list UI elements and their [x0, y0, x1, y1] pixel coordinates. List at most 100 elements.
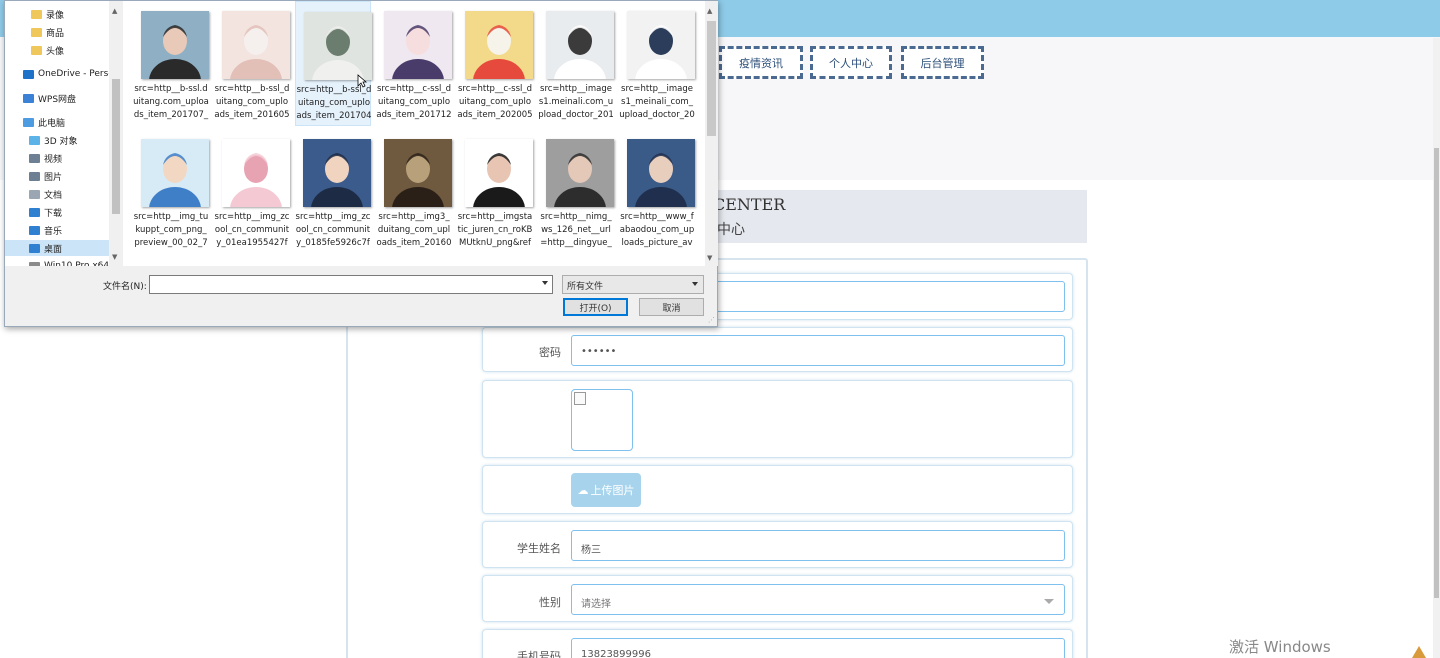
- gender-select[interactable]: 请选择: [571, 584, 1065, 615]
- folder-tree-item-label: 桌面: [44, 244, 63, 255]
- file-tile[interactable]: src=http__img_zcool_cn_community_0185fe5…: [295, 129, 371, 254]
- select-caret-icon: [1044, 599, 1054, 604]
- file-name-label: src=http__img_tukuppt_com_png_preview_00…: [133, 212, 209, 248]
- folder-icon: [31, 45, 42, 55]
- file-tile[interactable]: src=http__c-ssl_duitang_com_uploads_item…: [457, 1, 533, 126]
- filename-input[interactable]: [149, 275, 553, 294]
- scroll-down-icon[interactable]: ▼: [707, 254, 712, 262]
- folder-tree-item[interactable]: 商品: [31, 24, 64, 40]
- scroll-up-icon[interactable]: ▲: [112, 7, 117, 15]
- phone-label: 手机号码: [517, 650, 561, 658]
- folder-tree-item[interactable]: Win10 Pro x64: [29, 258, 109, 266]
- file-tile[interactable]: src=http__images1_meinali_com_upload_doc…: [619, 1, 695, 126]
- folder-tree-scrollbar-thumb[interactable]: [112, 79, 120, 214]
- avatar-image-preview[interactable]: [571, 389, 633, 451]
- gender-select-placeholder: 请选择: [581, 599, 611, 610]
- folder-tree-item[interactable]: 头像: [31, 42, 64, 58]
- page-scrollbar[interactable]: [1433, 38, 1440, 658]
- folder-tree-item[interactable]: 图片: [29, 168, 62, 184]
- folder-tree-item-label: 此电脑: [38, 118, 66, 129]
- password-label: 密码: [539, 346, 561, 359]
- file-name-label: src=http__b-ssl_duitang_com_uploads_item…: [214, 84, 290, 120]
- file-thumbnail-image: [222, 11, 290, 79]
- filetype-value: 所有文件: [567, 282, 604, 292]
- file-grid-scrollbar-thumb[interactable]: [707, 21, 716, 136]
- folder-tree-item[interactable]: 3D 对象: [29, 132, 78, 148]
- file-tile[interactable]: src=http__img_tukuppt_com_png_preview_00…: [133, 129, 209, 254]
- folder-tree-item[interactable]: 下载: [29, 204, 62, 220]
- password-input[interactable]: ••••••: [571, 335, 1065, 366]
- file-tile[interactable]: src=http__b-ssl_duitang_com_uploads_item…: [295, 1, 372, 126]
- video-icon: [29, 153, 40, 163]
- file-tile[interactable]: src=http__c-ssl_duitang_com_uploads_item…: [376, 1, 452, 126]
- file-name-label: src=http__nimg_ws_126_net__url=http__din…: [540, 212, 612, 248]
- center-title-box: CENTER 中心: [707, 190, 1087, 243]
- windows-activation-watermark: 激活 Windows: [1229, 638, 1331, 656]
- folder-icon: [31, 27, 42, 37]
- folder-tree-item[interactable]: 录像: [31, 6, 64, 22]
- file-tile[interactable]: src=http__images1.meinali.com_upload_doc…: [538, 1, 614, 126]
- filename-label: 文件名(N):: [103, 282, 147, 292]
- folder-tree-item[interactable]: 音乐: [29, 222, 62, 238]
- computer-icon: [23, 117, 34, 127]
- phone-input[interactable]: 13823899996: [571, 638, 1065, 658]
- nav-news-button[interactable]: 疫情资讯: [719, 46, 803, 79]
- center-title-cn: 中心: [717, 222, 745, 238]
- cancel-button[interactable]: 取消: [639, 298, 704, 316]
- 3d-objects-icon: [29, 135, 40, 145]
- form-row-avatar: [482, 380, 1073, 458]
- folder-tree-item-label: 图片: [44, 172, 63, 183]
- file-grid: src=http__b-ssl.duitang.com_uploads_item…: [123, 1, 705, 266]
- file-name-label: src=http__c-ssl_duitang_com_uploads_item…: [376, 84, 452, 120]
- file-open-dialog: 录像商品头像 OneDrive - Perso WPS网盘此电脑 3D 对象视频图片文…: [4, 0, 718, 327]
- file-thumbnail-image: [465, 11, 533, 79]
- onedrive-icon: [23, 69, 34, 79]
- center-title-en: CENTER: [713, 195, 786, 214]
- form-row-phone: 手机号码 13823899996: [482, 629, 1073, 658]
- file-tile[interactable]: src=http__b-ssl_duitang_com_uploads_item…: [214, 1, 290, 126]
- file-grid-scrollbar[interactable]: ▲ ▼: [705, 1, 718, 266]
- file-tile[interactable]: src=http__b-ssl.duitang.com_uploads_item…: [133, 1, 209, 126]
- chevron-down-icon[interactable]: [542, 281, 548, 285]
- student-name-input[interactable]: 杨三: [571, 530, 1065, 561]
- file-tile[interactable]: src=http__img_zcool_cn_community_01ea195…: [214, 129, 290, 254]
- pictures-icon: [29, 171, 40, 181]
- file-thumbnail-image: [384, 139, 452, 207]
- scroll-up-icon[interactable]: ▲: [707, 7, 712, 15]
- student-name-label: 学生姓名: [517, 542, 561, 555]
- resize-grip-icon[interactable]: ⋰: [708, 316, 715, 324]
- file-thumbnail-image: [303, 139, 371, 207]
- file-tile[interactable]: src=http__www_fabaodou_com_uploads_pictu…: [619, 129, 695, 254]
- folder-tree-item-label: 头像: [46, 46, 65, 57]
- folder-tree-item[interactable]: 桌面: [5, 240, 109, 256]
- folder-tree-item-label: 录像: [46, 10, 65, 21]
- page-scrollbar-thumb[interactable]: [1434, 148, 1439, 598]
- chevron-down-icon: [692, 282, 698, 286]
- open-button[interactable]: 打开(O): [563, 298, 628, 316]
- file-name-label: src=http__images1.meinali.com_upload_doc…: [538, 84, 614, 120]
- nav-personal-center-button[interactable]: 个人中心: [810, 46, 892, 79]
- folder-tree-item[interactable]: WPS网盘: [23, 90, 76, 106]
- file-thumbnail-image: [627, 11, 695, 79]
- file-name-label: src=http__b-ssl_duitang_com_uploads_item…: [296, 85, 372, 121]
- upload-image-button[interactable]: ☁ 上传图片: [571, 473, 641, 507]
- folder-tree-item[interactable]: 文档: [29, 186, 62, 202]
- folder-tree-item-label: 视频: [44, 154, 63, 165]
- scroll-down-icon[interactable]: ▼: [112, 253, 117, 261]
- file-tile[interactable]: src=http__imgstatic_juren_cn_roKBMUtknU_…: [457, 129, 533, 254]
- nav-admin-button[interactable]: 后台管理: [901, 46, 984, 79]
- folder-tree-item[interactable]: OneDrive - Perso: [23, 66, 114, 82]
- download-icon: [29, 207, 40, 217]
- folder-icon: [31, 9, 42, 19]
- file-name-label: src=http__www_fabaodou_com_uploads_pictu…: [619, 212, 695, 248]
- file-tile[interactable]: src=http__nimg_ws_126_net__url=http__din…: [538, 129, 614, 254]
- folder-tree-scrollbar[interactable]: ▲ ▼: [109, 1, 123, 266]
- form-row-upload: ☁ 上传图片: [482, 465, 1073, 514]
- form-row-password: 密码 ••••••: [482, 327, 1073, 372]
- file-tile[interactable]: src=http__img3_duitang_com_uploads_item_…: [376, 129, 452, 254]
- music-icon: [29, 225, 40, 235]
- folder-tree-item[interactable]: 视频: [29, 150, 62, 166]
- folder-tree-item[interactable]: 此电脑: [23, 114, 65, 130]
- filetype-select[interactable]: 所有文件: [562, 275, 704, 294]
- folder-tree: 录像商品头像 OneDrive - Perso WPS网盘此电脑 3D 对象视频图片文…: [5, 1, 123, 266]
